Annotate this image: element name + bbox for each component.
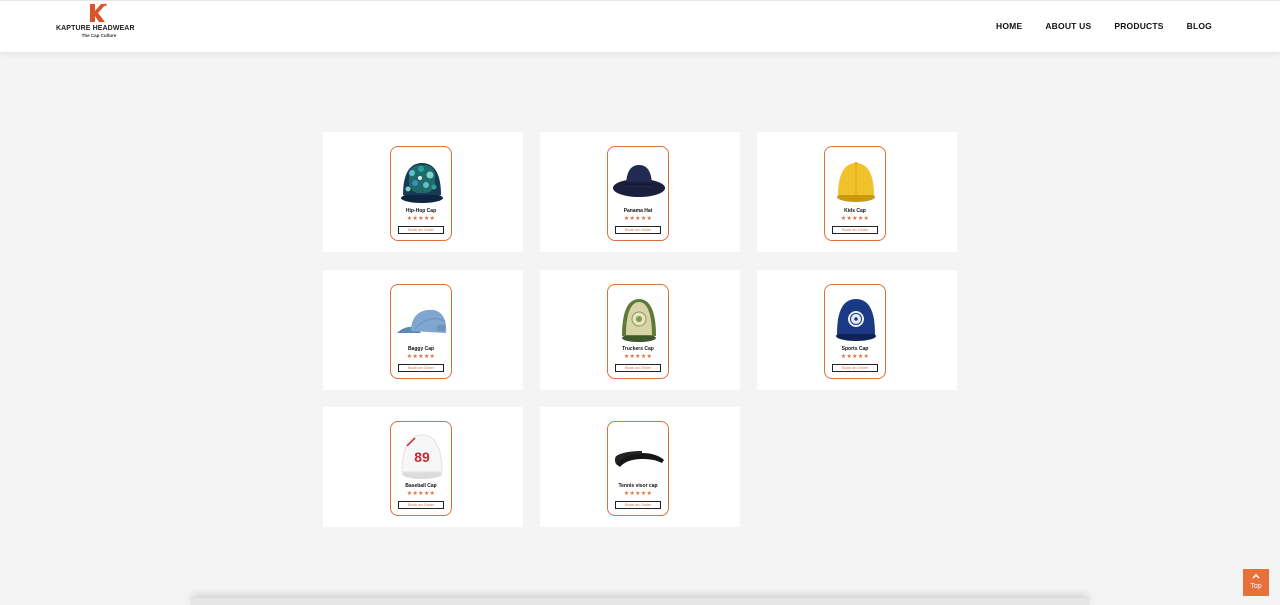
product-frame: Tennis visor cap ★★★★★ Book an Order xyxy=(607,421,669,516)
yellow-cap-icon xyxy=(837,162,875,202)
brand-tagline: The Cap Culture xyxy=(81,33,117,38)
light-blue-denim-cap-icon xyxy=(397,309,447,333)
jersey-number: 89 xyxy=(414,449,430,465)
brand-logo[interactable]: KAPTURE HEADWEAR The Cap Culture xyxy=(56,3,142,41)
nav-home[interactable]: HOME xyxy=(996,21,1022,31)
scroll-top-button[interactable]: Top xyxy=(1243,569,1269,596)
product-card-panama-hat[interactable]: Panama Hat ★★★★★ Book an Order xyxy=(540,132,740,252)
product-name: Sports Cap xyxy=(841,346,869,352)
product-name: Baggy Cap xyxy=(407,346,435,352)
nav-about-us[interactable]: ABOUT US xyxy=(1045,21,1091,31)
product-name: Panama Hat xyxy=(623,208,653,214)
rating-stars: ★★★★★ xyxy=(406,216,436,222)
black-visor-icon xyxy=(614,451,664,467)
main-nav: HOME ABOUT US PRODUCTS BLOG xyxy=(996,21,1212,31)
book-order-button[interactable]: Book an Order xyxy=(832,364,878,372)
chevron-up-icon xyxy=(1252,573,1260,579)
product-frame: Baggy Cap ★★★★★ Book an Order xyxy=(390,284,452,379)
product-frame: Hip-Hop Cap ★★★★★ Book an Order xyxy=(390,146,452,241)
rating-stars: ★★★★★ xyxy=(623,491,653,497)
product-name: Hip-Hop Cap xyxy=(405,208,437,214)
book-order-button[interactable]: Book an Order xyxy=(615,226,661,234)
product-card-truckers-cap[interactable]: Truckers Cap ★★★★★ Book an Order xyxy=(540,270,740,390)
logo-k-icon xyxy=(90,3,107,22)
product-frame: 89 Baseball Cap ★★★★★ Book an Order xyxy=(390,421,452,516)
rating-stars: ★★★★★ xyxy=(840,354,870,360)
product-card-baggy-cap[interactable]: Baggy Cap ★★★★★ Book an Order xyxy=(323,270,523,390)
white-baseball-cap-icon: 89 xyxy=(401,434,443,479)
rating-stars: ★★★★★ xyxy=(840,216,870,222)
rating-stars: ★★★★★ xyxy=(623,354,653,360)
product-name: Kids Cap xyxy=(844,208,866,214)
navy-bucket-hat-icon xyxy=(613,165,665,197)
product-card-tennis-visor-cap[interactable]: Tennis visor cap ★★★★★ Book an Order xyxy=(540,407,740,527)
book-order-button[interactable]: Book an Order xyxy=(615,364,661,372)
book-order-button[interactable]: Book an Order xyxy=(615,501,661,509)
book-order-button[interactable]: Book an Order xyxy=(398,501,444,509)
product-frame: Kids Cap ★★★★★ Book an Order xyxy=(824,146,886,241)
product-name: Truckers Cap xyxy=(622,346,654,352)
product-frame: Truckers Cap ★★★★★ Book an Order xyxy=(607,284,669,379)
nav-products[interactable]: PRODUCTS xyxy=(1114,21,1163,31)
brand-name: KAPTURE HEADWEAR xyxy=(56,25,135,32)
navy-sports-cap-icon xyxy=(836,299,876,341)
product-card-hip-hop-cap[interactable]: Hip-Hop Cap ★★★★★ Book an Order xyxy=(323,132,523,252)
product-card-sports-cap[interactable]: Sports Cap ★★★★★ Book an Order xyxy=(757,270,957,390)
product-name: Tennis visor cap xyxy=(618,483,658,489)
product-card-kids-cap[interactable]: Kids Cap ★★★★★ Book an Order xyxy=(757,132,957,252)
book-order-button[interactable]: Book an Order xyxy=(398,364,444,372)
site-header: KAPTURE HEADWEAR The Cap Culture HOME AB… xyxy=(0,0,1280,52)
rating-stars: ★★★★★ xyxy=(406,354,436,360)
floral-snapback-cap-icon xyxy=(401,163,443,203)
product-card-baseball-cap[interactable]: 89 Baseball Cap ★★★★★ Book an Order xyxy=(323,407,523,527)
product-name: Baseball Cap xyxy=(405,483,437,489)
footer-edge xyxy=(190,598,1090,605)
book-order-button[interactable]: Book an Order xyxy=(398,226,444,234)
scroll-top-label: Top xyxy=(1250,583,1262,590)
rating-stars: ★★★★★ xyxy=(406,491,436,497)
product-frame: Sports Cap ★★★★★ Book an Order xyxy=(824,284,886,379)
book-order-button[interactable]: Book an Order xyxy=(832,226,878,234)
product-frame: Panama Hat ★★★★★ Book an Order xyxy=(607,146,669,241)
rating-stars: ★★★★★ xyxy=(623,216,653,222)
green-trucker-cap-icon xyxy=(622,299,656,342)
nav-blog[interactable]: BLOG xyxy=(1187,21,1212,31)
